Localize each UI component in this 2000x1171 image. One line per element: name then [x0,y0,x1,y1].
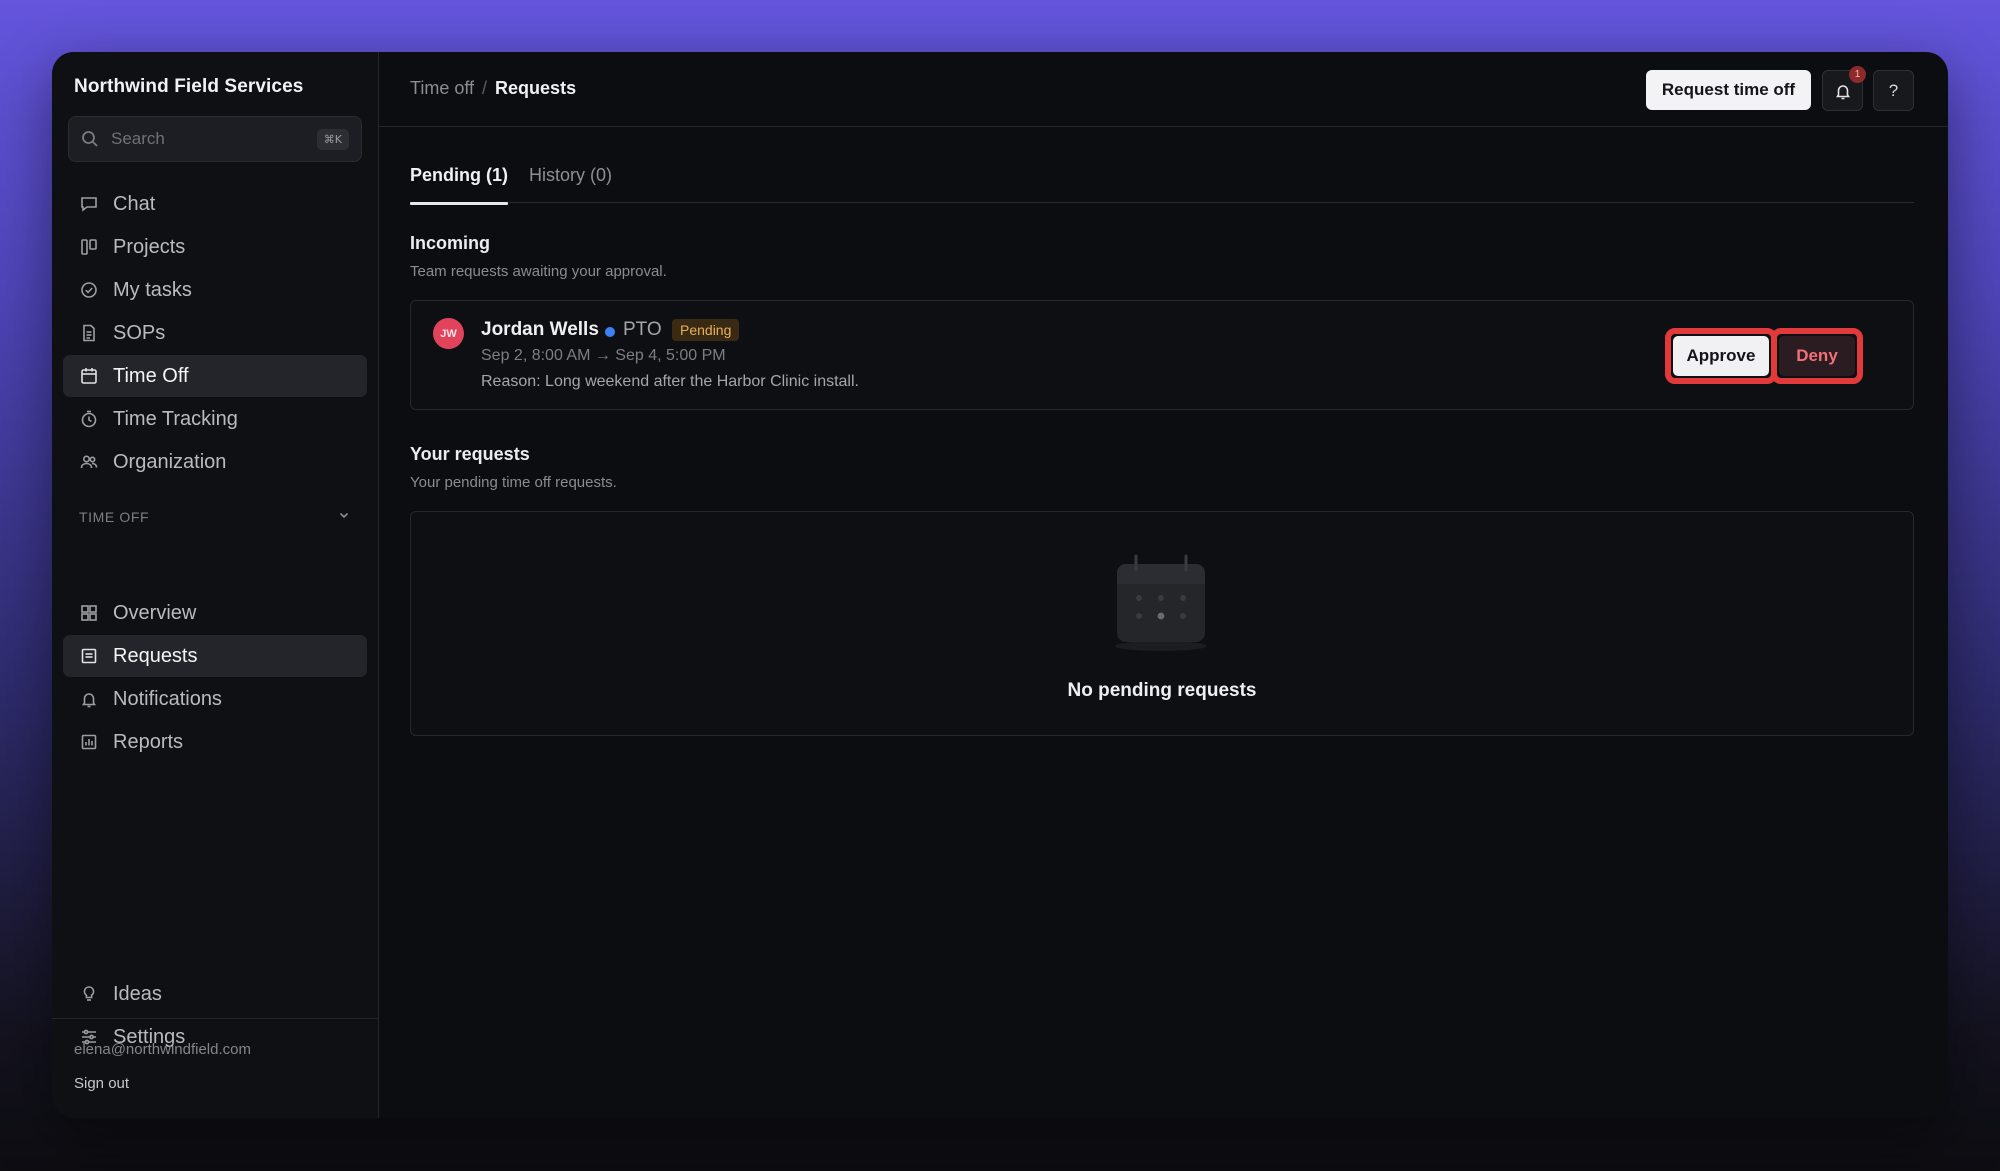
sidebar-item-label: Projects [113,235,186,258]
deny-button[interactable]: Deny [1779,336,1855,376]
sidebar-item-sops[interactable]: SOPs [63,312,367,354]
sidebar-item-chat[interactable]: Chat [63,183,367,225]
request-time-off-button[interactable]: Request time off [1646,70,1811,110]
breadcrumb-parent[interactable]: Time off [410,78,474,99]
incoming-title: Incoming [410,233,490,253]
sidebar-item-time-tracking[interactable]: Time Tracking [63,398,367,440]
time-off-nav: Overview Requests Notifications Reports [63,592,367,764]
sidebar-item-label: Time Tracking [113,407,238,430]
pto-dot-icon [605,327,615,337]
list-icon [79,646,99,666]
breadcrumb-current: Requests [495,78,577,98]
sidebar-item-reports[interactable]: Reports [63,721,367,763]
your-requests-title: Your requests [410,444,530,464]
approve-button[interactable]: Approve [1673,336,1769,376]
clock-icon [79,409,99,429]
sidebar-item-overview[interactable]: Overview [63,592,367,634]
board-icon [79,237,99,257]
calendar-icon [79,366,99,386]
request-dates: Sep 2, 8:00 AM → Sep 4, 5:00 PM [481,347,726,364]
search-placeholder: Search [111,129,165,148]
empty-state-text: No pending requests [1067,680,1257,701]
notifications-button[interactable]: 1 [1822,66,1866,111]
chat-icon [79,194,99,214]
sidebar-footer: elena@northwindfield.com Sign out [52,1018,378,1118]
grid-icon [79,603,99,623]
sidebar-item-label: SOPs [113,321,166,344]
empty-state: No pending requests [410,511,1914,736]
time-off-section-toggle[interactable]: TIME OFF [79,508,351,525]
sidebar-item-organization[interactable]: Organization [63,441,367,483]
incoming-subtitle: Team requests awaiting your approval. [410,263,667,280]
chevron-down-icon [337,508,351,525]
sign-out-link[interactable]: Sign out [74,1075,129,1092]
sidebar-item-notifications[interactable]: Notifications [63,678,367,720]
tab-pending[interactable]: Pending (1) [410,158,508,205]
status-badge: Pending [672,319,740,341]
bell-icon [79,689,99,709]
tab-history[interactable]: History (0) [529,158,612,203]
chart-icon [79,732,99,752]
your-requests-subtitle: Your pending time off requests. [410,474,617,491]
help-icon: ? [1888,80,1899,100]
users-icon [79,452,99,472]
sidebar-item-label: Chat [113,192,156,215]
request-reason: Reason: Long weekend after the Harbor Cl… [481,373,859,390]
avatar: JW [433,318,464,349]
sidebar-item-projects[interactable]: Projects [63,226,367,268]
brand-name: Northwind Field Services [74,76,304,97]
search-icon [81,130,99,148]
notification-count-badge: 1 [1849,66,1866,83]
top-bar: Time off / Requests Request time off 1 ? [379,52,1948,127]
sidebar-item-label: Reports [113,730,184,753]
document-icon [79,323,99,343]
sidebar-item-label: Overview [113,601,197,624]
bell-icon [1834,82,1852,100]
sidebar-item-label: Time Off [113,364,189,387]
lightbulb-icon [79,984,99,1004]
sidebar-item-label: Organization [113,450,227,473]
user-email: elena@northwindfield.com [74,1041,251,1058]
sidebar-item-time-off[interactable]: Time Off [63,355,367,397]
sidebar: Northwind Field Services Search ⌘K Chat … [52,52,379,1118]
help-button[interactable]: ? [1873,70,1914,111]
main-nav: Chat Projects My tasks SOPs Time Off Tim… [63,183,367,484]
search-shortcut: ⌘K [316,128,349,150]
sidebar-item-label: My tasks [113,278,192,301]
section-label: TIME OFF [79,508,150,525]
sidebar-item-label: Notifications [113,687,222,710]
request-tabs: Pending (1) History (0) [410,158,1914,205]
sidebar-item-label: Requests [113,644,198,667]
requester-name: Jordan Wells [481,319,599,340]
app-window: Northwind Field Services Search ⌘K Chat … [52,52,1948,1118]
sidebar-item-my-tasks[interactable]: My tasks [63,269,367,311]
breadcrumb-separator: / [482,78,488,98]
sidebar-item-ideas[interactable]: Ideas [63,973,367,1015]
request-type: PTO [623,319,662,340]
sidebar-item-requests[interactable]: Requests [63,635,367,677]
empty-calendar-icon [1111,554,1211,659]
main-content: Time off / Requests Request time off 1 ?… [379,52,1948,1118]
sidebar-item-label: Ideas [113,982,162,1005]
search-input[interactable]: Search ⌘K [68,116,362,162]
breadcrumb: Time off / Requests [410,78,576,99]
check-circle-icon [79,280,99,300]
